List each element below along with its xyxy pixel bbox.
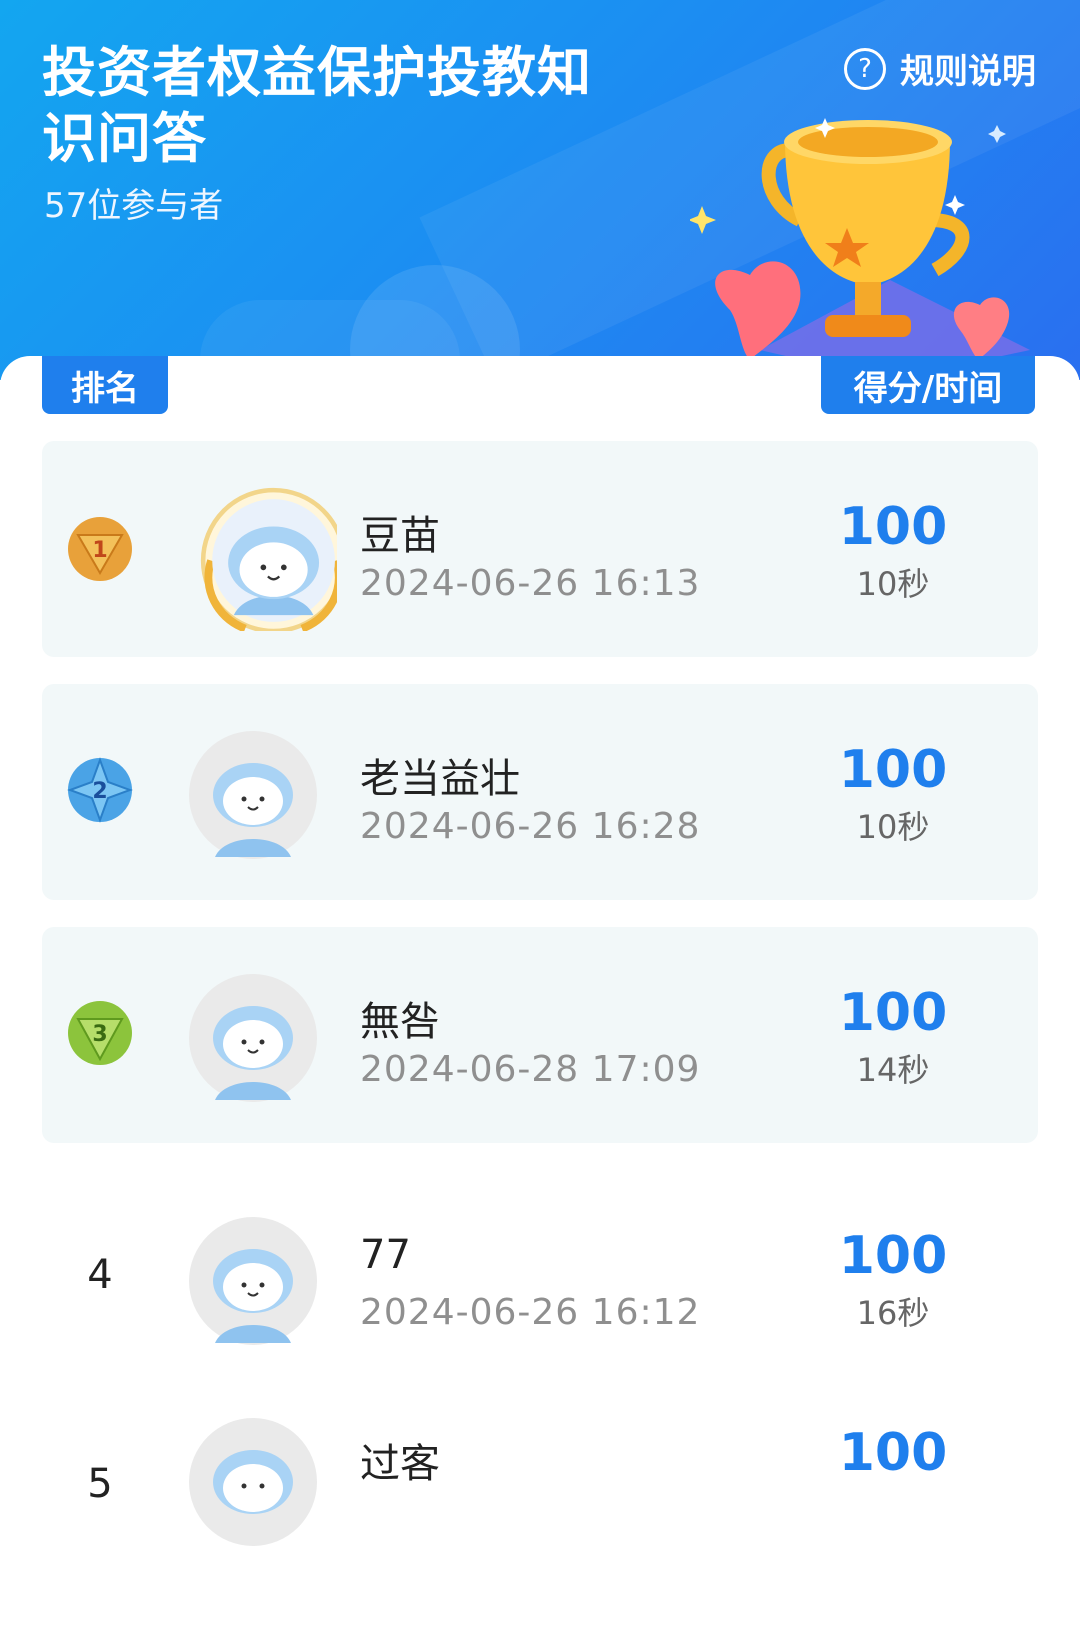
- score: 100: [838, 497, 948, 557]
- avatar: [189, 1217, 317, 1345]
- score-time-header: 得分/时间: [821, 356, 1035, 414]
- score: 100: [838, 1226, 948, 1286]
- leaderboard-list: 1 豆苗 2024-06-26 16:13 100 10秒 2 老当益壮 202…: [42, 441, 1038, 1626]
- leaderboard-row[interactable]: 2 老当益壮 2024-06-26 16:28 100 10秒: [42, 684, 1038, 900]
- green-medal-icon: 3: [68, 1001, 132, 1065]
- header-banner: 投资者权益保护投教知识问答 57位参与者 ? 规则说明: [0, 0, 1080, 380]
- user-name: 过客: [360, 1441, 440, 1487]
- leaderboard-row[interactable]: 1 豆苗 2024-06-26 16:13 100 10秒: [42, 441, 1038, 657]
- svg-text:1: 1: [92, 538, 107, 563]
- elapsed-time: 14秒: [856, 1051, 930, 1089]
- question-icon: ?: [844, 47, 886, 90]
- trophy-illustration: [690, 118, 1030, 380]
- leaderboard-row[interactable]: 3 無咎 2024-06-28 17:09 100 14秒: [42, 927, 1038, 1143]
- score: 100: [838, 740, 948, 800]
- rules-button[interactable]: ? 规则说明: [844, 44, 1036, 93]
- user-name: 豆苗: [360, 513, 440, 559]
- submit-date: 2024-06-28 17:09: [360, 1049, 701, 1090]
- gold-medal-icon: 1: [68, 517, 132, 581]
- user-name: 無咎: [360, 999, 440, 1045]
- avatar: [189, 731, 317, 859]
- rules-label: 规则说明: [900, 52, 1036, 92]
- elapsed-time: 16秒: [856, 1294, 930, 1332]
- submit-date: 2024-06-26 16:13: [360, 563, 701, 604]
- score: 100: [838, 1423, 948, 1483]
- blue-medal-icon: 2: [67, 757, 133, 823]
- submit-date: 2024-06-26 16:28: [360, 806, 701, 847]
- rank-number: 4: [87, 1252, 113, 1298]
- rank-header: 排名: [42, 356, 168, 414]
- avatar: [189, 1418, 317, 1546]
- leaderboard-row[interactable]: 4 77 2024-06-26 16:12 100 16秒: [42, 1170, 1038, 1386]
- elapsed-time: 10秒: [856, 808, 930, 846]
- avatar: [189, 974, 317, 1102]
- svg-text:3: 3: [92, 1022, 107, 1047]
- score: 100: [838, 983, 948, 1043]
- leaderboard-row[interactable]: 5 过客 100: [42, 1383, 1038, 1599]
- rank-number: 5: [87, 1461, 113, 1507]
- svg-text:2: 2: [92, 779, 107, 804]
- page-title: 投资者权益保护投教知识问答: [42, 41, 592, 170]
- participant-count: 57位参与者: [44, 186, 224, 226]
- elapsed-time: 10秒: [856, 565, 930, 603]
- submit-date: 2024-06-26 16:12: [360, 1292, 701, 1333]
- user-name: 77: [360, 1232, 411, 1278]
- user-name: 老当益壮: [360, 756, 520, 802]
- avatar: [200, 487, 337, 631]
